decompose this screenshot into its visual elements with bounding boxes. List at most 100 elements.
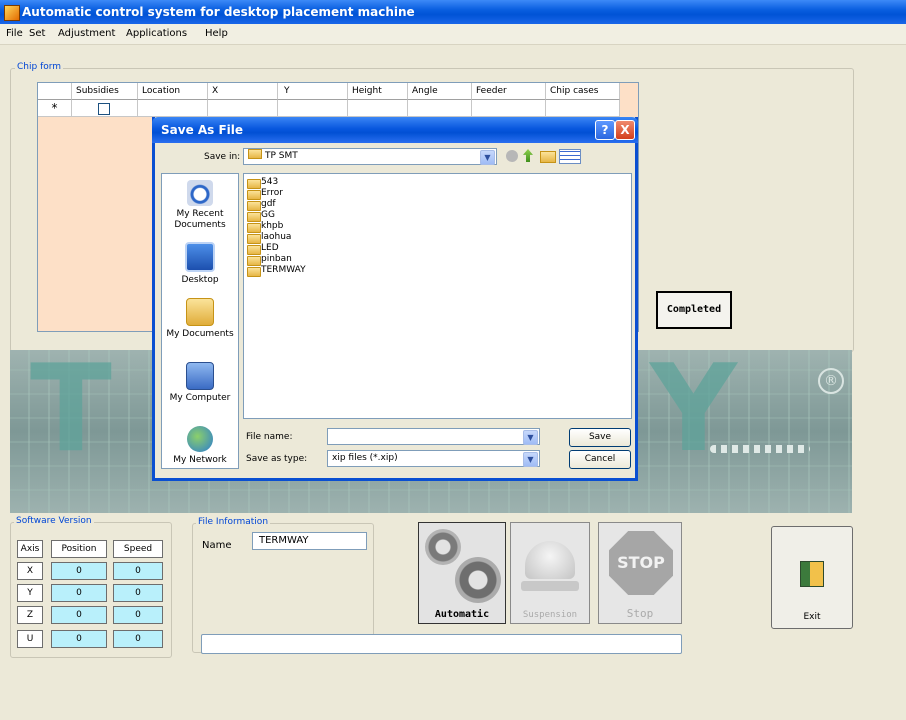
up-folder-icon[interactable] [523, 149, 533, 162]
menu-applications[interactable]: Applications [126, 28, 187, 39]
save-in-label: Save in: [204, 152, 241, 162]
speed-z: 0 [113, 606, 163, 624]
cell-chip-cases[interactable] [546, 100, 620, 117]
folder-item[interactable]: 543 [247, 177, 278, 189]
menu-bar: File Set Adjustment Applications Help [0, 24, 906, 45]
save-button[interactable]: Save [569, 428, 631, 447]
file-list[interactable]: 543 Error gdf GG khpb laohua LED pinban … [243, 173, 632, 419]
position-z: 0 [51, 606, 107, 624]
header-speed: Speed [113, 540, 163, 558]
file-name-input[interactable]: ▼ [327, 428, 540, 445]
menu-help[interactable]: Help [205, 28, 228, 39]
recent-documents-icon [187, 180, 213, 206]
completed-button[interactable]: Completed [656, 291, 732, 329]
view-menu-icon[interactable] [559, 149, 581, 164]
cancel-button[interactable]: Cancel [569, 450, 631, 469]
registered-mark: ® [818, 368, 844, 394]
stop-label: Stop [626, 607, 654, 620]
header-axis: Axis [17, 540, 43, 558]
folder-item[interactable]: pinban [247, 254, 292, 266]
stop-sign-icon: STOP [609, 531, 673, 595]
place-computer[interactable]: My Computer [162, 362, 238, 404]
folder-item[interactable]: laohua [247, 232, 291, 244]
save-as-type-select[interactable]: xip files (*.xip) ▼ [327, 450, 540, 467]
subsidies-checkbox[interactable] [98, 103, 110, 115]
folder-item[interactable]: khpb [247, 221, 283, 233]
place-label-desktop: Desktop [181, 275, 219, 285]
header-position: Position [51, 540, 107, 558]
cell-x[interactable] [208, 100, 278, 117]
column-header-height[interactable]: Height [348, 83, 408, 100]
cell-y[interactable] [278, 100, 348, 117]
place-label-recent: My Recent Documents [174, 209, 226, 230]
chevron-down-icon[interactable]: ▼ [480, 150, 495, 165]
speed-y: 0 [113, 584, 163, 602]
menu-set[interactable]: Set [29, 28, 45, 39]
window-title: Automatic control system for desktop pla… [22, 5, 415, 19]
suspension-button[interactable]: Suspension [510, 522, 590, 624]
cell-location[interactable] [138, 100, 208, 117]
place-desktop[interactable]: Desktop [162, 242, 238, 286]
place-recent[interactable]: My Recent Documents [162, 180, 238, 231]
exit-label: Exit [803, 612, 821, 622]
cell-height[interactable] [348, 100, 408, 117]
completed-button-label: Completed [666, 304, 722, 315]
folder-item[interactable]: LED [247, 243, 279, 255]
axis-label-y: Y [17, 584, 43, 602]
banner-letter-t: T [30, 340, 112, 479]
speed-u: 0 [113, 630, 163, 648]
exit-button[interactable]: Exit [771, 526, 853, 629]
close-button[interactable]: X [615, 120, 635, 140]
speed-x: 0 [113, 562, 163, 580]
banner-dots [710, 445, 810, 453]
axis-label-u: U [17, 630, 43, 648]
back-icon[interactable] [506, 150, 518, 162]
cell-feeder[interactable] [472, 100, 546, 117]
siren-icon [525, 541, 575, 579]
file-information-label: File Information [196, 517, 271, 527]
place-network[interactable]: My Network [162, 426, 238, 466]
my-network-icon [187, 426, 213, 452]
save-as-dialog: Save As File ? X Save in: TP SMT ▼ My Re… [152, 117, 638, 481]
column-header-angle[interactable]: Angle [408, 83, 472, 100]
banner-letter-y: Y [650, 340, 737, 479]
automatic-label: Automatic [434, 609, 490, 620]
desktop-icon [185, 242, 215, 272]
menu-adjustment[interactable]: Adjustment [58, 28, 115, 39]
save-in-select[interactable]: TP SMT ▼ [243, 148, 497, 165]
new-folder-icon[interactable] [540, 151, 556, 163]
cell-subsidies[interactable] [72, 100, 138, 117]
place-documents[interactable]: My Documents [162, 298, 238, 340]
place-label-network: My Network [173, 455, 227, 465]
position-u: 0 [51, 630, 107, 648]
axis-label-z: Z [17, 606, 43, 624]
my-documents-icon [186, 298, 214, 326]
chip-form-label: Chip form [15, 62, 64, 72]
column-header-chip-cases[interactable]: Chip cases [546, 83, 620, 100]
dialog-title-bar: Save As File ? X [152, 117, 638, 143]
column-header-location[interactable]: Location [138, 83, 208, 100]
file-name-field[interactable]: TERMWAY [252, 532, 367, 550]
column-header-y[interactable]: Y [278, 83, 348, 100]
folder-item[interactable]: TERMWAY [247, 265, 306, 277]
name-label: Name [202, 540, 232, 551]
folder-item[interactable]: Error [247, 188, 283, 200]
window-title-bar: Automatic control system for desktop pla… [0, 0, 906, 24]
column-header-subsidies[interactable]: Subsidies [72, 83, 138, 100]
my-computer-icon [186, 362, 214, 390]
folder-item[interactable]: GG [247, 210, 275, 222]
gear-icon [455, 557, 501, 603]
file-name-label: File name: [246, 432, 293, 442]
stop-button[interactable]: STOP Stop [598, 522, 682, 624]
chevron-down-icon[interactable]: ▼ [523, 430, 538, 445]
column-header-x[interactable]: X [208, 83, 278, 100]
menu-file[interactable]: File [6, 28, 23, 39]
column-header-feeder[interactable]: Feeder [472, 83, 546, 100]
cell-angle[interactable] [408, 100, 472, 117]
place-label-documents: My Documents [166, 329, 234, 339]
places-bar: My Recent Documents Desktop My Documents… [161, 173, 239, 469]
automatic-button[interactable]: Automatic [418, 522, 506, 624]
folder-item[interactable]: gdf [247, 199, 276, 211]
help-button[interactable]: ? [595, 120, 615, 140]
chevron-down-icon[interactable]: ▼ [523, 452, 538, 467]
